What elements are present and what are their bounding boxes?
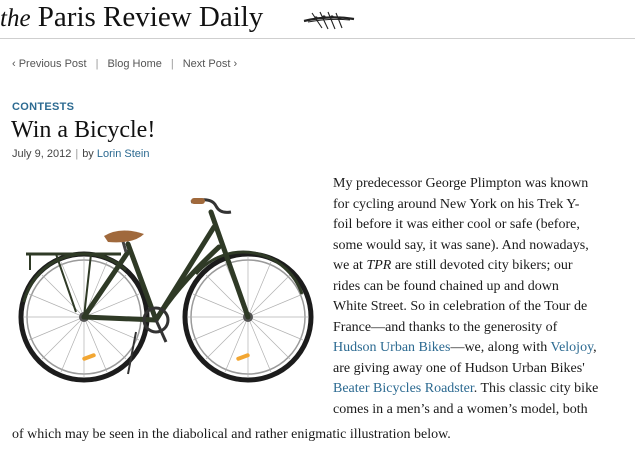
tpr-italic: TPR [366, 258, 392, 273]
post-title: Win a Bicycle! [11, 117, 156, 143]
post-meta: July 9, 2012 | by Lorin Stein [12, 148, 149, 160]
article-line: are giving away one of Hudson Urban Bike… [333, 360, 585, 376]
article-line: Hudson Urban Bikes—we, along with Velojo… [333, 338, 635, 359]
article-text: —we, along with [450, 340, 551, 355]
article-text: are still devoted city bikers; our [391, 258, 573, 273]
bicycle-image [18, 198, 314, 383]
site-title-name: Paris Review Daily [37, 1, 264, 33]
article-line: Beater Bicycles Roadster. This classic c… [333, 379, 635, 400]
article-line: France—and thanks to the generosity of [333, 319, 558, 335]
article-line: rides can be found chained up and down [333, 278, 559, 294]
hudson-urban-bikes-link[interactable]: Hudson Urban Bikes [333, 340, 450, 355]
article-line: of which may be seen in the diabolical a… [12, 427, 451, 442]
article-text: . This classic city bike [473, 381, 599, 396]
article-line: foil before it was either cool or safe (… [333, 217, 580, 232]
article-line: for cycling around New York on his Trek … [333, 196, 580, 212]
nav-separator: | [95, 58, 99, 70]
masthead-divider [0, 38, 635, 39]
article-line: we at TPR are still devoted city bikers;… [333, 256, 635, 277]
article-body: My predecessor George Plimpton was known… [333, 174, 635, 420]
post-navigation: ‹ Previous Post | Blog Home | Next Post › [12, 58, 237, 70]
article-line: some would say, it was sane). And nowada… [333, 237, 589, 253]
author-link[interactable]: Lorin Stein [97, 148, 150, 160]
next-post-link[interactable]: Next Post › [183, 58, 237, 70]
site-title[interactable]: the Paris Review Daily [0, 1, 263, 35]
masthead: the Paris Review Daily [0, 0, 635, 38]
previous-post-link[interactable]: ‹ Previous Post [12, 58, 87, 70]
velojoy-link[interactable]: Velojoy [551, 340, 594, 355]
site-title-the: the [0, 5, 31, 32]
post-category[interactable]: CONTESTS [12, 101, 74, 113]
meta-separator: | [75, 148, 79, 160]
post-by: by [82, 148, 94, 160]
blog-home-link[interactable]: Blog Home [107, 58, 161, 70]
article-line: My predecessor George Plimpton was known [333, 176, 589, 191]
nav-separator: | [170, 58, 174, 70]
article-line: comes in a men’s and a women’s model, bo… [333, 401, 588, 417]
article-text: , [593, 340, 597, 355]
article-line: White Street. So in celebration of the T… [333, 299, 588, 314]
post-date: July 9, 2012 [12, 148, 72, 160]
rowing-shell-logo-icon[interactable] [302, 8, 356, 32]
article-text: we at [333, 258, 367, 273]
beater-bicycles-roadster-link[interactable]: Beater Bicycles Roadster [333, 381, 474, 396]
